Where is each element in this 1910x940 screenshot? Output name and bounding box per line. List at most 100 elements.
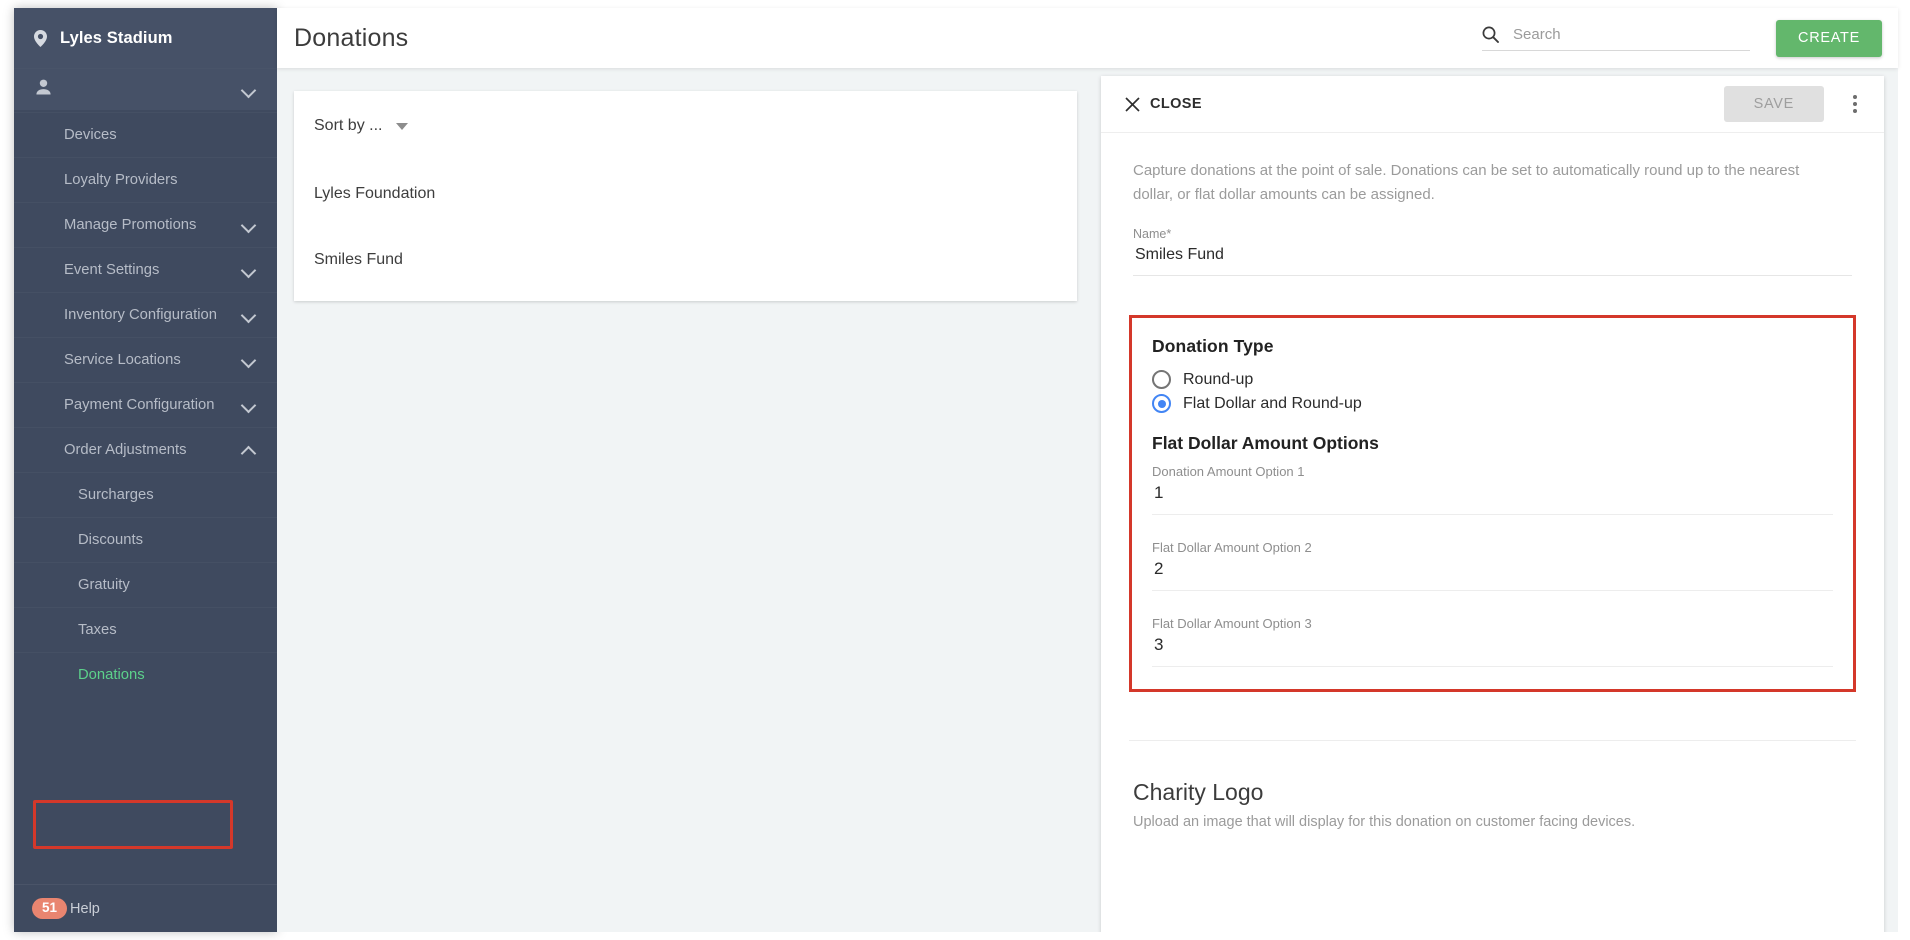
flat-dollar-options-title: Flat Dollar Amount Options xyxy=(1152,433,1379,453)
radio-unchecked-icon xyxy=(1152,370,1171,389)
sidebar-header: Lyles Stadium xyxy=(14,8,277,110)
chevron-down-icon xyxy=(241,307,257,323)
venue-selector[interactable]: Lyles Stadium xyxy=(14,8,277,68)
flat-dollar-amount-option-2-field[interactable]: Flat Dollar Amount Option 2 xyxy=(1152,515,1833,591)
radio-checked-icon xyxy=(1152,394,1171,413)
sidebar-item-label: Loyalty Providers xyxy=(64,172,178,188)
amount-option-label: Flat Dollar Amount Option 2 xyxy=(1152,540,1312,555)
list-item-name: Smiles Fund xyxy=(314,251,403,268)
donation-description: Capture donations at the point of sale. … xyxy=(1133,162,1800,203)
chevron-down-icon xyxy=(241,352,257,368)
kebab-dot xyxy=(1853,109,1857,113)
sidebar-item-payment-configuration[interactable]: Payment Configuration xyxy=(14,382,277,427)
sidebar-item-discounts[interactable]: Discounts xyxy=(14,517,277,562)
content-area: Sort by ... Lyles Foundation Smiles Fund xyxy=(277,68,1898,932)
chevron-down-icon xyxy=(241,262,257,278)
help-footer[interactable]: 51 Help xyxy=(14,884,277,932)
sidebar-item-label: Surcharges xyxy=(78,487,154,503)
charity-logo-title: Charity Logo xyxy=(1133,779,1264,805)
sidebar-item-label: Taxes xyxy=(78,622,117,638)
sidebar-item-inventory-configuration[interactable]: Inventory Configuration xyxy=(14,292,277,337)
radio-option-round-up[interactable]: Round-up xyxy=(1152,370,1833,389)
amount-option-label: Donation Amount Option 1 xyxy=(1152,464,1305,479)
radio-option-flat-dollar-and-round-up[interactable]: Flat Dollar and Round-up xyxy=(1152,394,1833,413)
flat-dollar-amount-option-3-field[interactable]: Flat Dollar Amount Option 3 xyxy=(1152,591,1833,667)
search-box[interactable] xyxy=(1482,25,1751,51)
person-icon xyxy=(34,78,53,102)
more-options-icon[interactable] xyxy=(1840,91,1870,117)
name-field[interactable]: Name* xyxy=(1133,207,1852,276)
chevron-down-icon xyxy=(241,217,257,233)
sort-by-label: Sort by ... xyxy=(314,117,383,134)
name-label-text: Name xyxy=(1133,227,1167,241)
close-icon xyxy=(1125,96,1140,112)
sidebar-item-devices[interactable]: Devices xyxy=(14,112,277,157)
sidebar-item-order-adjustments[interactable]: Order Adjustments xyxy=(14,427,277,472)
donations-highlight-annotation xyxy=(33,800,233,849)
caret-down-icon xyxy=(396,122,409,130)
list-item[interactable]: Smiles Fund xyxy=(294,227,1077,293)
name-input[interactable] xyxy=(1133,245,1852,275)
radio-option-label: Flat Dollar and Round-up xyxy=(1183,394,1362,412)
required-asterisk: * xyxy=(1166,227,1172,241)
sidebar-item-event-settings[interactable]: Event Settings xyxy=(14,247,277,292)
search-input[interactable] xyxy=(1511,25,1751,44)
sidebar-item-label: Discounts xyxy=(78,532,143,548)
sidebar-item-gratuity[interactable]: Gratuity xyxy=(14,562,277,607)
app-root: Lyles Stadium Devices Loyalty Providers xyxy=(0,0,1910,940)
close-button[interactable]: CLOSE xyxy=(1119,92,1208,116)
chevron-up-icon xyxy=(241,442,257,458)
amount-option-label: Flat Dollar Amount Option 3 xyxy=(1152,616,1312,631)
help-label: Help xyxy=(70,900,100,917)
top-bar: Donations CREATE xyxy=(277,8,1898,68)
sidebar-nav-list: Devices Loyalty Providers Manage Promoti… xyxy=(14,110,277,697)
kebab-dot xyxy=(1853,95,1857,99)
amount-option-3-input[interactable] xyxy=(1152,634,1833,666)
help-badge-count: 51 xyxy=(32,897,68,920)
sidebar-item-donations[interactable]: Donations xyxy=(14,652,277,697)
sidebar-item-surcharges[interactable]: Surcharges xyxy=(14,472,277,517)
top-bar-actions: CREATE xyxy=(1482,19,1898,57)
sidebar-item-label: Donations xyxy=(78,667,145,683)
sidebar-item-label: Order Adjustments xyxy=(64,442,187,458)
amount-option-2-input[interactable] xyxy=(1152,558,1833,590)
sidebar-item-label: Inventory Configuration xyxy=(64,307,217,323)
sidebar-user-row[interactable] xyxy=(14,68,277,110)
detail-panel-body: Capture donations at the point of sale. … xyxy=(1101,159,1884,932)
sidebar: Lyles Stadium Devices Loyalty Providers xyxy=(14,8,277,932)
donation-detail-panel: CLOSE SAVE Capture donations at the poin… xyxy=(1101,76,1884,932)
sidebar-item-manage-promotions[interactable]: Manage Promotions xyxy=(14,202,277,247)
create-button[interactable]: CREATE xyxy=(1776,19,1882,57)
donation-amount-option-1-field[interactable]: Donation Amount Option 1 xyxy=(1152,458,1833,515)
name-field-label: Name* xyxy=(1133,227,1852,241)
chevron-down-icon xyxy=(241,397,257,413)
detail-header-actions: SAVE xyxy=(1723,86,1870,122)
close-button-label: CLOSE xyxy=(1150,96,1202,112)
sidebar-item-label: Service Locations xyxy=(64,352,181,368)
save-button[interactable]: SAVE xyxy=(1723,86,1824,122)
donation-type-title: Donation Type xyxy=(1152,336,1274,356)
charity-logo-description: Upload an image that will display for th… xyxy=(1133,814,1636,830)
sidebar-item-label: Payment Configuration xyxy=(64,397,215,413)
location-pin-icon xyxy=(34,29,47,47)
radio-option-label: Round-up xyxy=(1183,370,1254,388)
sidebar-item-label: Event Settings xyxy=(64,262,160,278)
sort-by-dropdown[interactable]: Sort by ... xyxy=(294,91,1077,161)
detail-panel-header: CLOSE SAVE xyxy=(1101,76,1884,133)
sidebar-item-service-locations[interactable]: Service Locations xyxy=(14,337,277,382)
kebab-dot xyxy=(1853,102,1857,106)
amount-option-1-input[interactable] xyxy=(1152,482,1833,514)
list-item[interactable]: Lyles Foundation xyxy=(294,161,1077,227)
page-title: Donations xyxy=(294,23,409,52)
donations-list-card: Sort by ... Lyles Foundation Smiles Fund xyxy=(294,91,1077,301)
list-item-name: Lyles Foundation xyxy=(314,185,436,202)
sidebar-item-label: Gratuity xyxy=(78,577,130,593)
search-icon xyxy=(1482,26,1499,43)
sidebar-item-loyalty-providers[interactable]: Loyalty Providers xyxy=(14,157,277,202)
charity-logo-section: Charity Logo Upload an image that will d… xyxy=(1129,740,1856,830)
sidebar-item-taxes[interactable]: Taxes xyxy=(14,607,277,652)
chevron-down-icon xyxy=(241,82,257,98)
donation-type-section-highlight: Donation Type Round-up Flat Dollar and R… xyxy=(1129,315,1856,692)
sidebar-item-label: Devices xyxy=(64,127,117,143)
venue-name: Lyles Stadium xyxy=(60,28,173,47)
